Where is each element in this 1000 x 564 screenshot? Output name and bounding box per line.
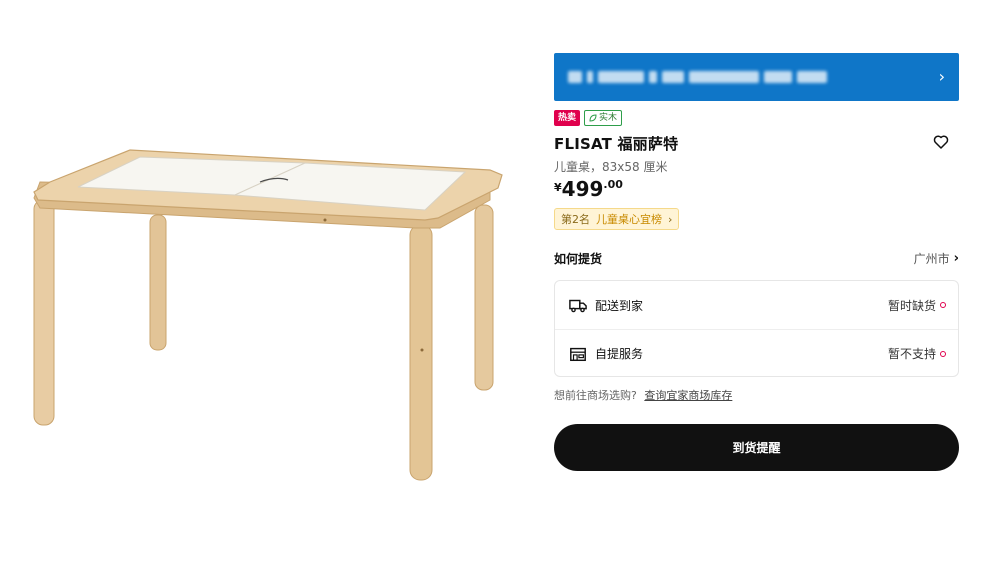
- ranking-chip[interactable]: 第2名 儿童桌心宜榜 ›: [554, 208, 680, 230]
- delivery-option-status: 暂时缺货: [888, 297, 946, 314]
- city-name: 广州市: [913, 252, 950, 266]
- price-currency: ¥: [554, 181, 562, 194]
- price-integer: 499: [561, 177, 604, 201]
- notify-restock-button[interactable]: 到货提醒: [554, 424, 959, 471]
- delivery-option-pickup[interactable]: 自提服务 暂不支持: [555, 329, 958, 377]
- delivery-option-label: 配送到家: [595, 298, 644, 313]
- product-badges: 热卖 实木: [554, 110, 623, 126]
- product-price: ¥ 499 .00: [554, 177, 623, 201]
- status-dot-icon: [940, 350, 946, 357]
- pickup-header: 如何提货 广州市 ›: [554, 250, 959, 267]
- chevron-right-icon: ›: [668, 212, 673, 226]
- promo-banner[interactable]: ›: [554, 53, 959, 101]
- ranking-rank: 第2名: [561, 213, 590, 226]
- chevron-right-icon: ›: [953, 251, 959, 266]
- city-selector[interactable]: 广州市 ›: [914, 250, 959, 267]
- delivery-option-label: 自提服务: [595, 347, 644, 361]
- status-dot-icon: [940, 302, 946, 308]
- ranking-category: 儿童桌心宜榜: [596, 213, 662, 226]
- store-icon: [570, 347, 586, 361]
- delivery-options: 配送到家 暂时缺货 自提服务 暂不支持: [554, 280, 959, 377]
- product-image: [33, 149, 503, 481]
- status-text: 暂时缺货: [887, 298, 936, 313]
- product-description: 儿童桌，83x58 厘米: [554, 160, 668, 174]
- delivery-option-home[interactable]: 配送到家 暂时缺货: [555, 281, 958, 329]
- material-badge-label: 实木: [599, 113, 618, 123]
- store-question: 想前往商场选购? 查询宜家商场库存: [554, 387, 732, 403]
- blurred-banner-text: [568, 71, 827, 83]
- heart-icon[interactable]: [932, 133, 950, 151]
- pickup-title: 如何提货: [554, 252, 603, 266]
- delivery-option-status: 暂不支持: [888, 345, 946, 362]
- chevron-right-icon: ›: [938, 67, 945, 86]
- hot-badge: 热卖: [554, 110, 581, 126]
- price-decimal: .00: [603, 178, 623, 191]
- leaf-icon: [589, 114, 597, 122]
- store-question-text: 想前往商场选购?: [554, 389, 637, 402]
- status-text: 暂不支持: [887, 347, 936, 361]
- material-badge: 实木: [584, 110, 623, 126]
- product-title: FLISAT 福丽萨特: [554, 135, 679, 153]
- store-stock-link[interactable]: 查询宜家商场库存: [644, 389, 732, 402]
- truck-icon: [569, 299, 587, 313]
